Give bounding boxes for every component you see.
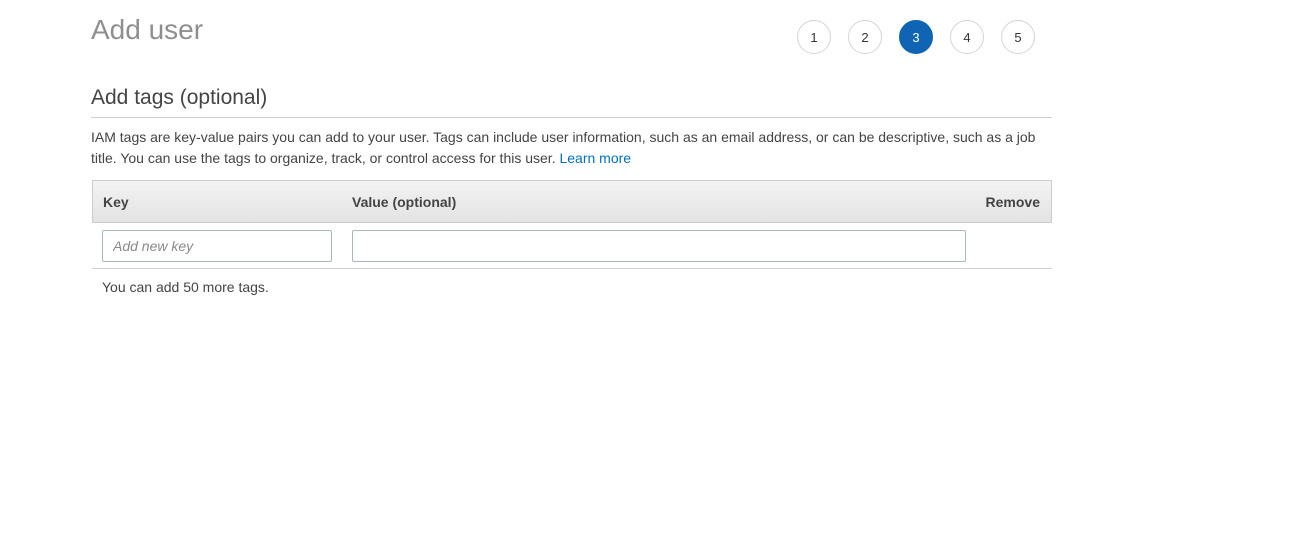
step-3-button[interactable]: 3 xyxy=(899,20,933,54)
step-4-button[interactable]: 4 xyxy=(950,20,984,54)
add-user-page: Add user 1 2 3 4 5 Add tags (optional) I… xyxy=(0,0,1303,535)
wizard-steps: 1 2 3 4 5 xyxy=(797,20,1035,54)
step-1-button[interactable]: 1 xyxy=(797,20,831,54)
section-title: Add tags (optional) xyxy=(91,85,1052,118)
learn-more-link[interactable]: Learn more xyxy=(559,150,631,166)
table-row xyxy=(92,223,1052,269)
step-2-button[interactable]: 2 xyxy=(848,20,882,54)
tags-table-header: Key Value (optional) Remove xyxy=(92,180,1052,223)
remove-column-header: Remove xyxy=(985,194,1040,210)
page-title: Add user xyxy=(91,14,204,45)
tags-table: Key Value (optional) Remove xyxy=(92,180,1052,269)
key-column-header: Key xyxy=(103,194,129,210)
tag-key-input[interactable] xyxy=(102,230,332,262)
value-column-header: Value (optional) xyxy=(352,194,457,210)
tag-value-input[interactable] xyxy=(352,230,966,262)
tags-description: IAM tags are key-value pairs you can add… xyxy=(91,127,1053,169)
step-5-button[interactable]: 5 xyxy=(1001,20,1035,54)
remaining-tags-note: You can add 50 more tags. xyxy=(102,279,269,295)
